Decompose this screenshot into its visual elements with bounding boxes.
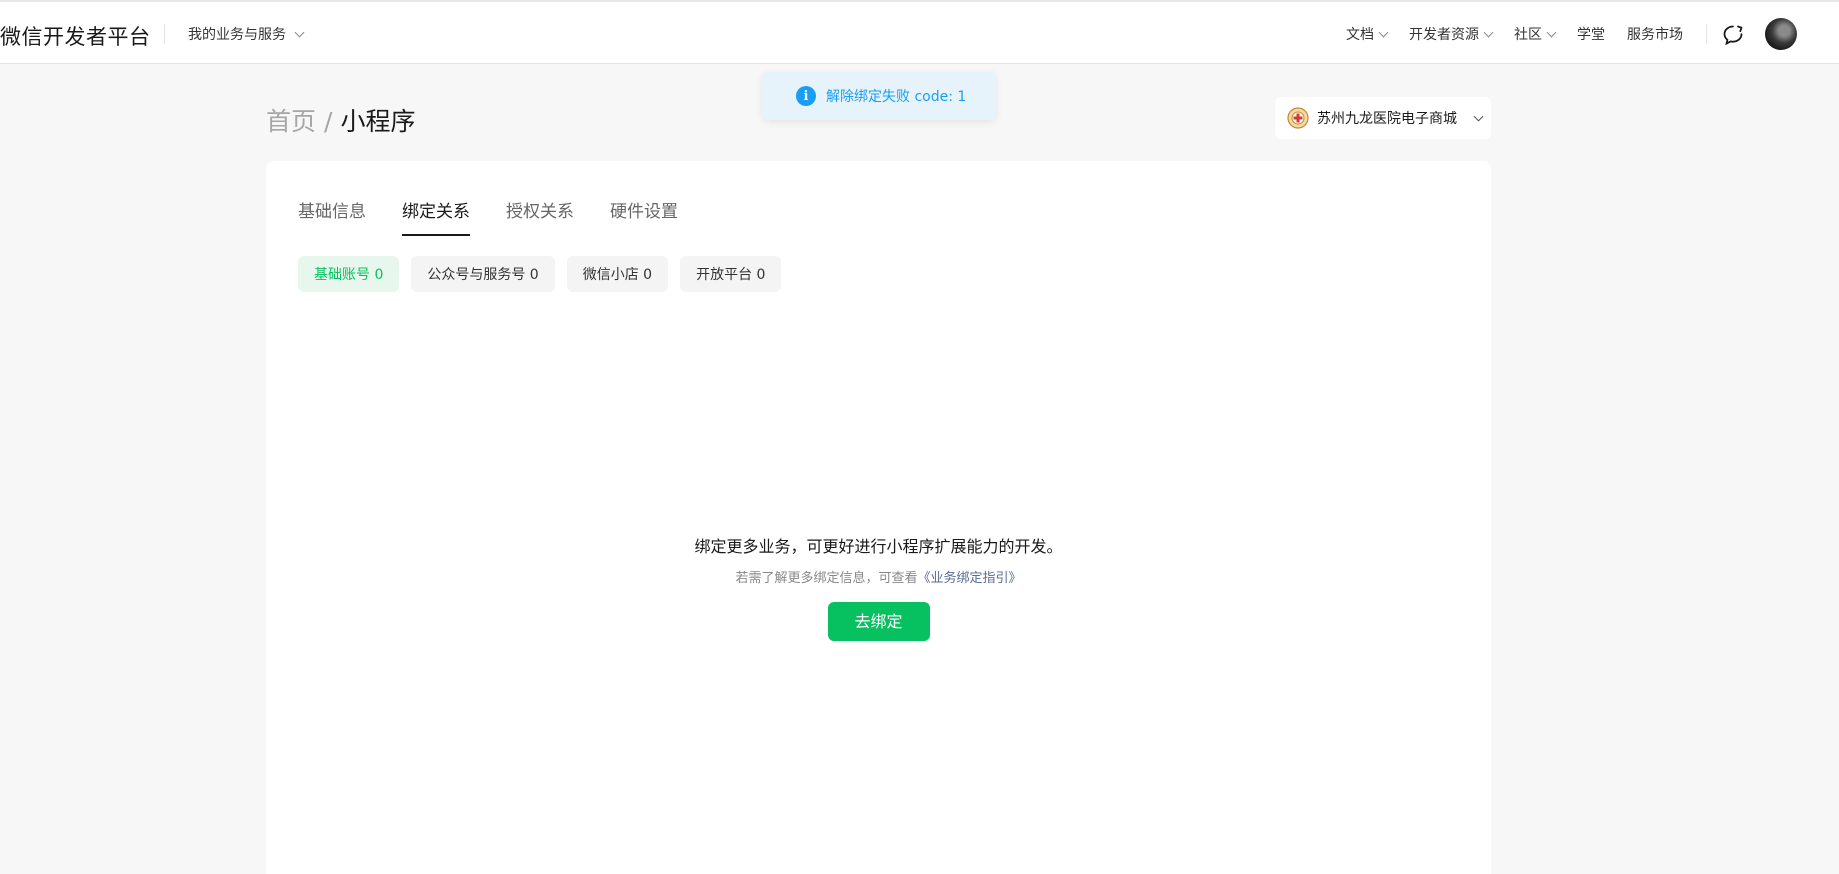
binding-type-filters: 基础账号 0 公众号与服务号 0 微信小店 0 开放平台 0	[298, 256, 782, 292]
chevron-down-icon	[1473, 111, 1484, 121]
nav-academy-label: 学堂	[1577, 27, 1605, 43]
top-nav-links: 文档 开发者资源 社区 学堂 服务市场	[1346, 24, 1683, 44]
empty-state: 绑定更多业务，可更好进行小程序扩展能力的开发。 若需了解更多绑定信息，可查看《业…	[266, 533, 1491, 641]
account-selector[interactable]: 苏州九龙医院电子商城	[1275, 97, 1491, 139]
go-bind-button[interactable]: 去绑定	[827, 602, 930, 641]
nav-docs[interactable]: 文档	[1346, 24, 1389, 44]
tab-bar: 基础信息 绑定关系 授权关系 硬件设置	[298, 197, 678, 236]
chevron-down-icon	[1546, 27, 1557, 37]
nav-service-market[interactable]: 服务市场	[1627, 24, 1683, 44]
filter-open-platform[interactable]: 开放平台 0	[680, 256, 782, 292]
tab-authorization-relations[interactable]: 授权关系	[506, 197, 574, 236]
filter-basic-account[interactable]: 基础账号 0	[298, 256, 400, 292]
chevron-down-icon	[1483, 27, 1494, 37]
nav-service-market-label: 服务市场	[1627, 27, 1683, 43]
breadcrumb-home[interactable]: 首页	[266, 107, 316, 136]
error-toast: i 解除绑定失败 code: 1	[762, 72, 996, 120]
filter-wechat-store[interactable]: 微信小店 0	[566, 256, 669, 292]
breadcrumb: 首页 / 小程序	[266, 102, 415, 138]
filter-official-account[interactable]: 公众号与服务号 0	[411, 256, 555, 292]
empty-state-subtitle-text: 若需了解更多绑定信息，可查看	[735, 571, 918, 586]
tab-basic-info[interactable]: 基础信息	[298, 197, 366, 236]
empty-state-title: 绑定更多业务，可更好进行小程序扩展能力的开发。	[694, 537, 1063, 556]
breadcrumb-separator: /	[324, 107, 333, 136]
nav-community[interactable]: 社区	[1514, 24, 1557, 44]
binding-guide-link[interactable]: 《业务绑定指引》	[918, 571, 1022, 586]
top-navigation-bar: 微信开发者平台 我的业务与服务 文档 开发者资源 社区 学堂 服务市场	[0, 0, 1839, 64]
platform-brand[interactable]: 微信开发者平台	[0, 21, 151, 51]
nav-divider	[1706, 24, 1707, 44]
user-avatar[interactable]	[1765, 18, 1797, 50]
my-business-menu-label: 我的业务与服务	[188, 27, 286, 43]
breadcrumb-current: 小程序	[340, 107, 416, 136]
nav-developer-resources[interactable]: 开发者资源	[1409, 24, 1494, 44]
chat-bubble-icon[interactable]	[1721, 23, 1745, 47]
account-logo-icon	[1287, 107, 1309, 129]
nav-community-label: 社区	[1514, 27, 1542, 43]
tab-binding-relations[interactable]: 绑定关系	[402, 197, 470, 236]
nav-developer-resources-label: 开发者资源	[1409, 27, 1479, 43]
my-business-menu[interactable]: 我的业务与服务	[188, 24, 305, 44]
main-card: 基础信息 绑定关系 授权关系 硬件设置 基础账号 0 公众号与服务号 0 微信小…	[266, 161, 1491, 874]
toast-message: 解除绑定失败 code: 1	[826, 89, 967, 105]
empty-state-subtitle: 若需了解更多绑定信息，可查看《业务绑定指引》	[266, 567, 1491, 586]
chevron-down-icon	[1378, 27, 1389, 37]
account-name: 苏州九龙医院电子商城	[1317, 111, 1457, 127]
tab-hardware-settings[interactable]: 硬件设置	[610, 197, 678, 236]
chevron-down-icon	[294, 27, 305, 37]
nav-academy[interactable]: 学堂	[1577, 24, 1605, 44]
info-icon: i	[796, 86, 816, 106]
nav-docs-label: 文档	[1346, 27, 1374, 43]
brand-divider	[164, 24, 165, 44]
